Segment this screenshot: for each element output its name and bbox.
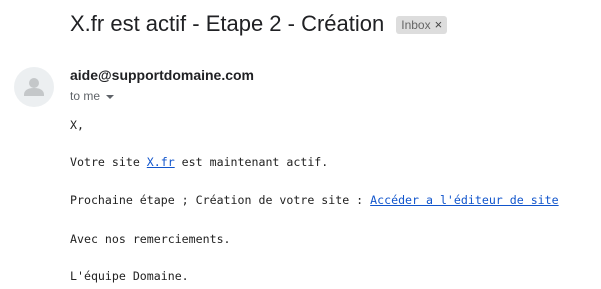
recipient-label: to me [70, 89, 101, 103]
active-line-suffix: est maintenant actif. [174, 155, 329, 169]
site-editor-link[interactable]: Accéder a l'éditeur de site [370, 193, 558, 207]
sender-email[interactable]: aide@supportdomaine.com [70, 66, 254, 84]
email-signature: L'équipe Domaine. [70, 269, 189, 283]
email-body-line-next-step: Prochaine étape ; Création de votre site… [70, 192, 559, 208]
active-line-prefix: Votre site [70, 155, 147, 169]
person-icon [24, 78, 44, 96]
close-icon[interactable]: × [435, 18, 443, 32]
subject-row: X.fr est actif - Etape 2 - Création Inbo… [70, 10, 448, 38]
email-subject: X.fr est actif - Etape 2 - Création [70, 11, 385, 36]
chevron-down-icon [106, 95, 115, 99]
inbox-label-chip[interactable]: Inbox × [396, 16, 448, 34]
site-link[interactable]: X.fr [147, 155, 175, 169]
sender-avatar[interactable] [14, 67, 54, 107]
email-greeting: X, [70, 118, 84, 132]
next-step-prefix: Prochaine étape ; Création de votre site… [70, 193, 371, 207]
email-thanks: Avec nos remerciements. [70, 232, 231, 246]
inbox-label-text: Inbox [401, 18, 431, 32]
email-body-line-active: Votre site X.fr est maintenant actif. [70, 154, 328, 170]
recipient-details-toggle[interactable]: to me [70, 88, 115, 104]
